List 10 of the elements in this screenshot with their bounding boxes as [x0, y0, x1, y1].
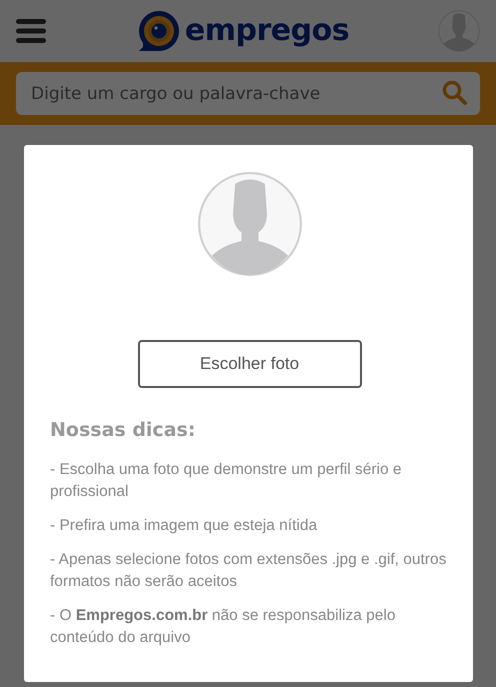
tip-text: - O Empregos.com.br não se responsabiliza pelo conteúdo do arquivo: [50, 606, 396, 648]
search-field[interactable]: Digite um cargo ou palavra-chave: [16, 72, 480, 115]
tip-text: - Prefira uma imagem que esteja nítida: [50, 516, 318, 536]
tip-text: - Escolha uma foto que demonstre um perfil sério e profissional: [50, 460, 403, 502]
menu-icon[interactable]: [16, 19, 46, 43]
tip-text: - Apenas selecione fotos com extensões .jpg e .gif, outros formatos não serão aceitos: [50, 550, 448, 592]
search-icon[interactable]: [442, 80, 468, 106]
tips-title: Nossas dicas:: [50, 418, 196, 443]
avatar-icon: [196, 171, 302, 277]
choose-photo-button[interactable]: Escolher foto: [138, 340, 362, 388]
